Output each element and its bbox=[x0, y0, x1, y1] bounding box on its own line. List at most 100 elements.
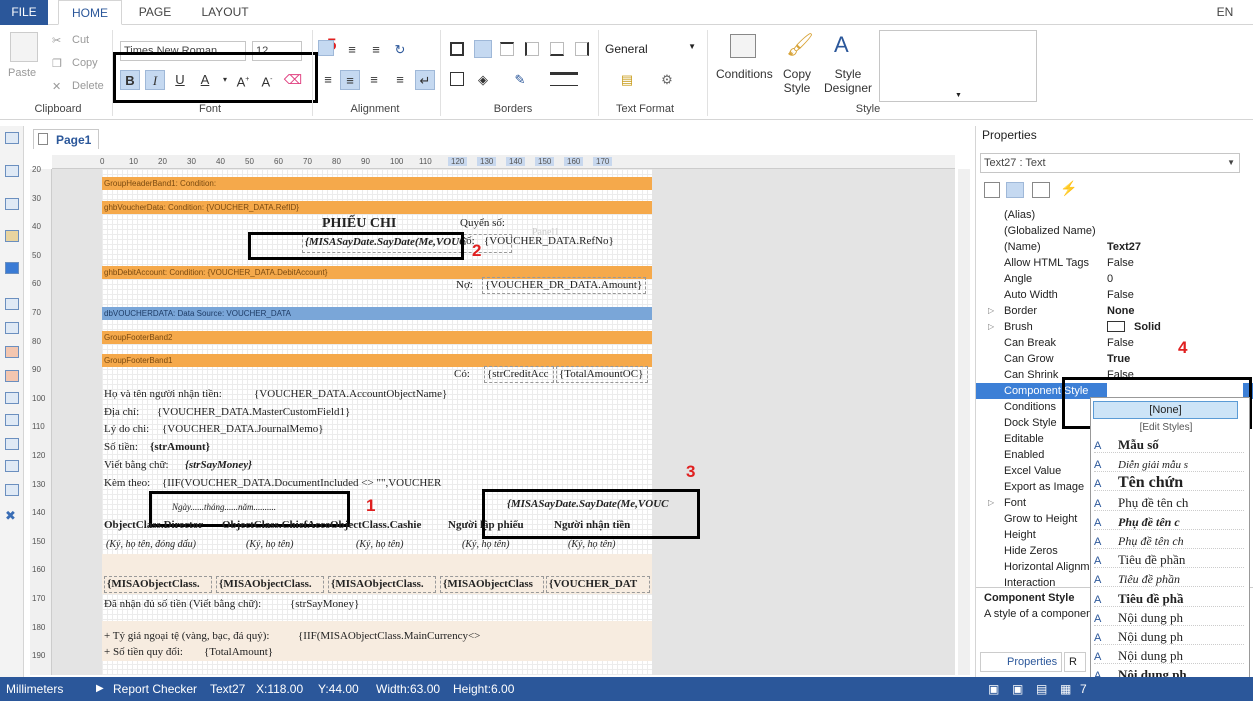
left-border-button[interactable] bbox=[525, 42, 539, 56]
cut-button[interactable]: Cut bbox=[72, 34, 89, 46]
alphabetical-icon[interactable] bbox=[1006, 182, 1024, 198]
toolbox-component-icon[interactable] bbox=[5, 262, 19, 274]
converted-label[interactable]: + Số tiền quy đổi: bbox=[104, 646, 183, 658]
band-group-footer-2[interactable]: GroupFooterBand2 bbox=[102, 331, 652, 344]
zoom-status[interactable]: 7 bbox=[1080, 677, 1087, 701]
style-option[interactable]: A Mẫu số bbox=[1094, 436, 1244, 453]
text-format-select[interactable]: General ▼ bbox=[605, 42, 700, 58]
design-canvas[interactable]: GroupHeaderBand1: Condition: ghbVoucherD… bbox=[52, 169, 955, 675]
style-designer-button[interactable]: Style Designer bbox=[824, 67, 872, 95]
align-left-button[interactable]: ≡ bbox=[318, 70, 338, 90]
sign-name[interactable]: {MISAObjectClass bbox=[440, 576, 544, 593]
view-icon[interactable]: ▦ bbox=[1060, 677, 1071, 701]
line-value[interactable]: {strSayMoney} bbox=[185, 459, 252, 471]
sign-hint[interactable]: (Ký, họ tên, đóng dấu) bbox=[106, 539, 196, 550]
align-center-button[interactable]: ≡ bbox=[340, 70, 360, 90]
sign-hint[interactable]: (Ký, họ tên) bbox=[568, 539, 616, 550]
refno-text[interactable]: {VOUCHER_DATA.RefNo} bbox=[484, 235, 614, 247]
received-value[interactable]: {strSayMoney} bbox=[290, 598, 359, 610]
expand-icon[interactable]: ▷ bbox=[988, 319, 994, 335]
toolbox-table-icon[interactable] bbox=[5, 438, 19, 450]
property-row[interactable]: Brush Solid ▷ bbox=[976, 319, 1253, 335]
conditions-button[interactable]: Conditions bbox=[716, 67, 773, 81]
chevron-down-icon[interactable]: ▼ bbox=[955, 92, 962, 99]
line-label[interactable]: Viết bằng chữ: bbox=[104, 459, 169, 471]
file-tab[interactable]: FILE bbox=[0, 0, 48, 25]
sign-hint[interactable]: (Ký, họ tên) bbox=[356, 539, 404, 550]
line-label[interactable]: Lý do chi: bbox=[104, 423, 149, 435]
line-label[interactable]: Họ và tên người nhận tiền: bbox=[104, 388, 222, 400]
style-option[interactable]: A Tiêu đề phầ bbox=[1094, 590, 1244, 607]
date-line-text[interactable]: Ngày......tháng......năm.......... bbox=[172, 502, 276, 512]
style-option[interactable]: A Diễn giải mẫu s bbox=[1094, 455, 1244, 473]
style-option[interactable]: A Tiêu đề phần bbox=[1094, 570, 1244, 588]
toolbox-shape-icon[interactable] bbox=[5, 346, 19, 358]
sign-date-text[interactable]: {MISASayDate.SayDate(Me,VOUC bbox=[507, 498, 669, 510]
canvas-scrollbar[interactable] bbox=[958, 169, 970, 675]
align-right-button[interactable]: ≡ bbox=[364, 70, 384, 90]
line-value[interactable]: {strAmount} bbox=[150, 441, 210, 453]
property-row[interactable]: Border None ▷ bbox=[976, 303, 1253, 319]
style-option-none[interactable]: [None] bbox=[1093, 401, 1238, 419]
toolbox-panel-icon[interactable] bbox=[5, 392, 19, 404]
rate-label[interactable]: + Tỷ giá ngoại tệ (vàng, bạc, đá quý): bbox=[104, 630, 269, 642]
property-value[interactable]: 0 bbox=[1107, 271, 1113, 287]
language-indicator[interactable]: EN bbox=[1210, 0, 1240, 25]
style-option[interactable]: A Nội dung ph bbox=[1094, 628, 1244, 645]
property-row[interactable]: Can Break False bbox=[976, 335, 1253, 351]
view-icon[interactable]: ▣ bbox=[988, 677, 999, 701]
toolbox-band-icon[interactable] bbox=[5, 165, 19, 177]
bottom-border-button[interactable] bbox=[550, 42, 564, 56]
sign-column[interactable]: ObjectClass.Director bbox=[104, 519, 222, 531]
view-icon[interactable]: ▣ bbox=[1012, 677, 1023, 701]
sign-column[interactable]: ObjectClass.Cashie bbox=[330, 519, 438, 531]
tab-home[interactable]: HOME bbox=[58, 0, 122, 25]
sign-name[interactable]: {MISAObjectClass. bbox=[216, 576, 324, 593]
property-row[interactable]: Can Grow True bbox=[976, 351, 1253, 367]
property-value[interactable]: False bbox=[1107, 335, 1134, 351]
property-row[interactable]: (Name) Text27 bbox=[976, 239, 1253, 255]
line-value[interactable]: {VOUCHER_DATA.JournalMemo} bbox=[162, 423, 324, 435]
band-db-voucher[interactable]: dbVOUCHERDATA: Data Source: VOUCHER_DATA bbox=[102, 307, 652, 320]
sign-name[interactable]: {VOUCHER_DAT bbox=[546, 576, 650, 593]
co-label[interactable]: Có: bbox=[454, 368, 470, 380]
copy-button[interactable]: Copy bbox=[72, 57, 98, 69]
toolbox-image-icon[interactable] bbox=[5, 230, 19, 242]
rotate-text-button[interactable]: ↻ bbox=[390, 40, 410, 60]
band-group-header-1[interactable]: GroupHeaderBand1: Condition: bbox=[102, 177, 652, 190]
sign-name[interactable]: {MISAObjectClass. bbox=[104, 576, 212, 593]
right-border-button[interactable] bbox=[575, 42, 589, 56]
credit-account-text[interactable]: {strCreditAcc bbox=[484, 366, 554, 383]
expand-icon[interactable]: ▷ bbox=[988, 495, 994, 511]
sign-column[interactable]: Người lập phiếu bbox=[448, 519, 524, 531]
top-border-button[interactable] bbox=[500, 42, 514, 56]
play-icon[interactable]: ▶ bbox=[96, 677, 104, 701]
no-border-button[interactable] bbox=[474, 40, 492, 58]
toolbox-text-icon[interactable] bbox=[5, 298, 19, 310]
component-style-dropdown[interactable]: [None] [Edit Styles] A Mẫu số A Diễn giải m… bbox=[1090, 397, 1250, 701]
pen-color-icon[interactable]: ✎ bbox=[510, 70, 530, 90]
sign-hint[interactable]: (Ký, họ tên) bbox=[246, 539, 294, 550]
toolbox-richtext-icon[interactable] bbox=[5, 322, 19, 334]
rate-value[interactable]: {IIF(MISAObjectClass.MainCurrency<> bbox=[298, 630, 480, 642]
line-value[interactable]: {VOUCHER_DATA.MasterCustomField1} bbox=[157, 406, 350, 418]
justify-button[interactable]: ≡ bbox=[390, 70, 410, 90]
property-row[interactable]: Angle 0 bbox=[976, 271, 1253, 287]
edit-styles-option[interactable]: [Edit Styles] bbox=[1091, 422, 1241, 433]
toolbox-line-icon[interactable] bbox=[5, 370, 19, 382]
style-option[interactable]: A Nội dung ph bbox=[1094, 647, 1244, 665]
property-value[interactable]: Text27 bbox=[1107, 239, 1141, 255]
align-top-button[interactable] bbox=[318, 40, 334, 56]
style-option[interactable]: A Phụ đề tên ch bbox=[1094, 532, 1244, 549]
toolbox-chart-icon[interactable] bbox=[5, 460, 19, 472]
toolbox-tools-icon[interactable]: ✖ bbox=[5, 508, 16, 524]
units-status[interactable]: Millimeters bbox=[6, 677, 63, 701]
sign-column[interactable]: Người nhận tiền bbox=[554, 519, 630, 531]
line-label[interactable]: Kèm theo: bbox=[104, 477, 150, 489]
align-bottom-button[interactable]: ≡ bbox=[366, 40, 386, 60]
format-settings-icon[interactable]: ⚙ bbox=[657, 70, 677, 90]
line-label[interactable]: Địa chỉ: bbox=[104, 406, 139, 418]
all-borders-button[interactable] bbox=[450, 42, 464, 56]
converted-value[interactable]: {TotalAmount} bbox=[204, 646, 273, 658]
tab-properties[interactable]: Properties bbox=[980, 652, 1062, 672]
